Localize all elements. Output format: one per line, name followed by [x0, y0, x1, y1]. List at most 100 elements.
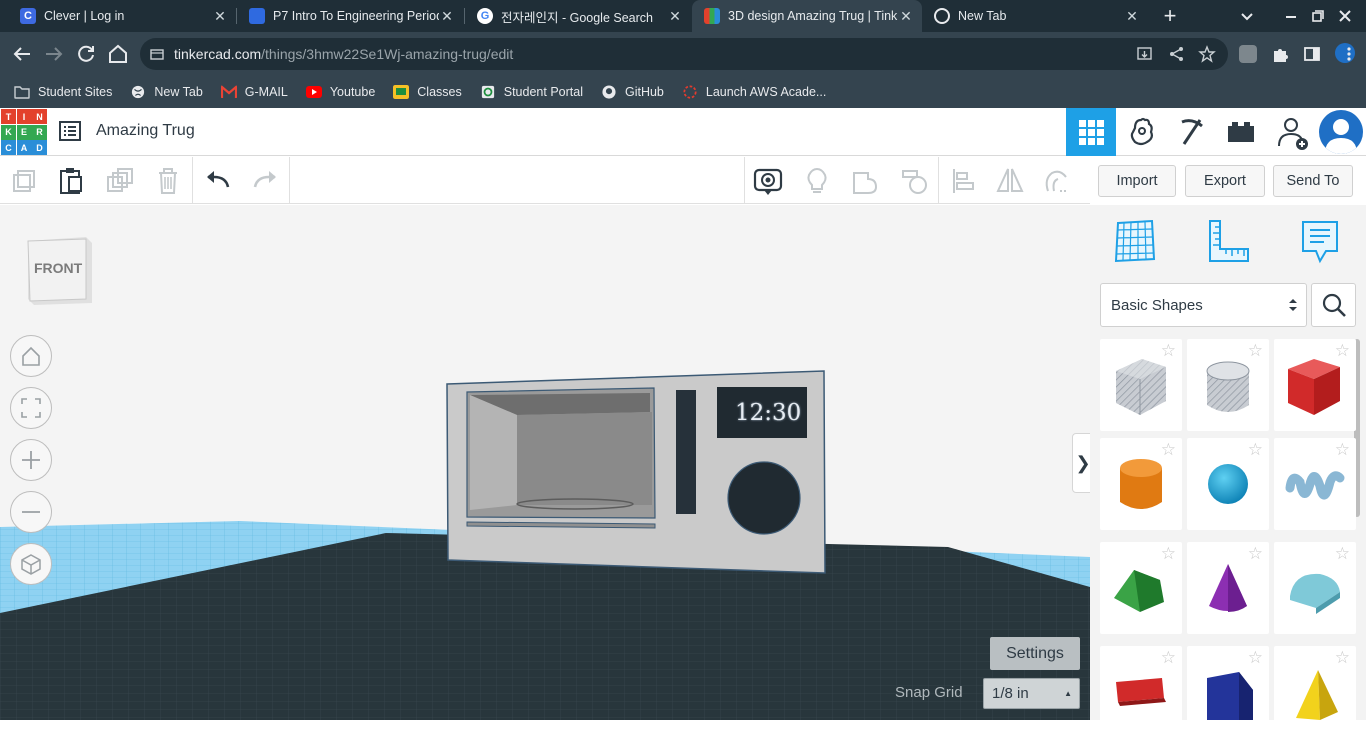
zoom-in-button[interactable]: [10, 439, 52, 481]
favorite-star-icon[interactable]: ☆: [1161, 544, 1176, 564]
tinkercad-logo[interactable]: TIN KER CAD: [1, 109, 47, 155]
ruler-icon[interactable]: [1206, 219, 1250, 263]
new-tab-button[interactable]: +: [1158, 3, 1182, 28]
shape-roof[interactable]: ☆: [1100, 542, 1182, 634]
favorite-star-icon[interactable]: ☆: [1248, 544, 1263, 564]
copy-icon[interactable]: [8, 165, 40, 197]
bookmark-student-portal[interactable]: Student Portal: [480, 85, 583, 99]
shape-polygon[interactable]: ☆: [1187, 646, 1269, 738]
favorite-star-icon[interactable]: ☆: [1248, 648, 1263, 668]
bookmark-gmail[interactable]: G-MAIL: [220, 85, 288, 99]
close-tab-icon[interactable]: ✕: [667, 8, 683, 25]
shape-round-roof[interactable]: ☆: [1274, 542, 1356, 634]
shape-sphere[interactable]: ☆: [1187, 438, 1269, 530]
notes-panel-icon[interactable]: [1300, 219, 1340, 265]
shape-search-button[interactable]: [1311, 283, 1356, 327]
favorite-star-icon[interactable]: ☆: [1161, 440, 1176, 460]
shape-cylinder[interactable]: ☆: [1100, 438, 1182, 530]
shape-pyramid[interactable]: ☆: [1274, 646, 1356, 738]
home-view-button[interactable]: [10, 335, 52, 377]
install-app-icon[interactable]: [1136, 45, 1154, 63]
close-tab-icon[interactable]: ✕: [439, 8, 455, 25]
browser-tab-classroom[interactable]: P7 Intro To Engineering Period ✕: [237, 0, 463, 32]
bookmark-star-icon[interactable]: [1198, 45, 1216, 63]
side-panel-icon[interactable]: [1303, 45, 1321, 63]
designs-list-icon[interactable]: [58, 119, 82, 143]
settings-button[interactable]: Settings: [990, 637, 1080, 670]
lightbulb-icon[interactable]: [801, 165, 833, 197]
group-icon[interactable]: [850, 165, 882, 197]
favorite-star-icon[interactable]: ☆: [1335, 341, 1350, 361]
share-icon[interactable]: [1168, 45, 1186, 63]
workplane-icon[interactable]: [1114, 219, 1156, 263]
bookmark-aws[interactable]: Launch AWS Acade...: [682, 85, 826, 99]
mirror-icon[interactable]: [994, 165, 1026, 197]
shape-scribble[interactable]: ☆: [1274, 438, 1356, 530]
shape-cone[interactable]: ☆: [1187, 542, 1269, 634]
perspective-button[interactable]: [10, 543, 52, 585]
delete-icon[interactable]: [152, 165, 184, 197]
home-icon[interactable]: [106, 42, 130, 66]
design-title[interactable]: Amazing Trug: [96, 122, 195, 140]
bookmark-new-tab[interactable]: New Tab: [130, 85, 203, 99]
forward-icon[interactable]: [42, 42, 66, 66]
profile-avatar[interactable]: [1335, 43, 1355, 63]
align-icon[interactable]: [948, 165, 980, 197]
shape-category-select[interactable]: Basic Shapes: [1100, 283, 1307, 327]
close-tab-icon[interactable]: ✕: [898, 8, 914, 25]
fit-view-button[interactable]: [10, 387, 52, 429]
bookmark-student-sites[interactable]: Student Sites: [14, 85, 112, 99]
bookmark-github[interactable]: GitHub: [601, 85, 664, 99]
bricks-icon[interactable]: [1225, 120, 1257, 144]
close-tab-icon[interactable]: ✕: [212, 8, 228, 25]
site-info-icon[interactable]: [150, 47, 164, 61]
import-button[interactable]: Import: [1098, 165, 1176, 197]
duplicate-icon[interactable]: [104, 165, 136, 197]
user-avatar[interactable]: [1319, 110, 1363, 154]
favorite-star-icon[interactable]: ☆: [1335, 648, 1350, 668]
favorite-star-icon[interactable]: ☆: [1161, 648, 1176, 668]
shape-cylinder-hole[interactable]: ☆: [1187, 339, 1269, 431]
view-cube[interactable]: FRONT: [26, 235, 92, 305]
extensions-puzzle-icon[interactable]: [1271, 45, 1289, 63]
browser-tab-clever[interactable]: C Clever | Log in ✕: [8, 0, 236, 32]
shape-text[interactable]: ☆: [1100, 646, 1182, 738]
favorite-star-icon[interactable]: ☆: [1335, 544, 1350, 564]
cruise-icon[interactable]: [1040, 165, 1072, 197]
restore-icon[interactable]: [1311, 9, 1325, 23]
collapse-panel-button[interactable]: ❯: [1072, 433, 1090, 493]
ungroup-icon[interactable]: [899, 165, 931, 197]
shape-box[interactable]: ☆: [1274, 339, 1356, 431]
minimize-icon[interactable]: [1284, 9, 1298, 23]
extension-icon[interactable]: [1239, 45, 1257, 63]
notes-icon[interactable]: [752, 165, 784, 197]
redo-icon[interactable]: [249, 165, 281, 197]
back-icon[interactable]: [10, 42, 34, 66]
snap-grid-select[interactable]: 1/8 in ▲: [983, 678, 1080, 709]
export-button[interactable]: Export: [1185, 165, 1265, 197]
bookmark-youtube[interactable]: Youtube: [305, 85, 375, 99]
3d-view-button[interactable]: [1066, 108, 1116, 156]
favorite-star-icon[interactable]: ☆: [1335, 440, 1350, 460]
tab-search-icon[interactable]: [1240, 9, 1254, 23]
send-to-button[interactable]: Send To: [1273, 165, 1353, 197]
browser-tab-tinkercad[interactable]: 3D design Amazing Trug | Tink ✕: [692, 0, 922, 32]
browser-tab-new-tab[interactable]: New Tab ✕: [922, 0, 1148, 32]
browser-tab-google-search[interactable]: G 전자레인지 - Google Search ✕: [465, 0, 691, 32]
bookmark-classes[interactable]: Classes: [393, 85, 462, 99]
zoom-out-button[interactable]: [10, 491, 52, 533]
favorite-star-icon[interactable]: ☆: [1248, 440, 1263, 460]
close-tab-icon[interactable]: ✕: [1124, 8, 1140, 25]
shape-box-hole[interactable]: ☆: [1100, 339, 1182, 431]
paste-icon[interactable]: [55, 165, 87, 197]
workplane-viewport[interactable]: 12:30 FRONT ❯ Settings Snap Grid 1/8 in …: [0, 205, 1090, 720]
reload-icon[interactable]: [74, 42, 98, 66]
favorite-star-icon[interactable]: ☆: [1161, 341, 1176, 361]
chrome-menu-icon[interactable]: [1346, 46, 1352, 62]
address-bar[interactable]: tinkercad.com/things/3hmw22Se1Wj-amazing…: [140, 38, 1228, 70]
codeblocks-icon[interactable]: [1127, 116, 1157, 148]
close-window-icon[interactable]: [1338, 9, 1352, 23]
favorite-star-icon[interactable]: ☆: [1248, 341, 1263, 361]
pickaxe-icon[interactable]: [1176, 116, 1208, 148]
invite-user-icon[interactable]: [1276, 116, 1312, 152]
